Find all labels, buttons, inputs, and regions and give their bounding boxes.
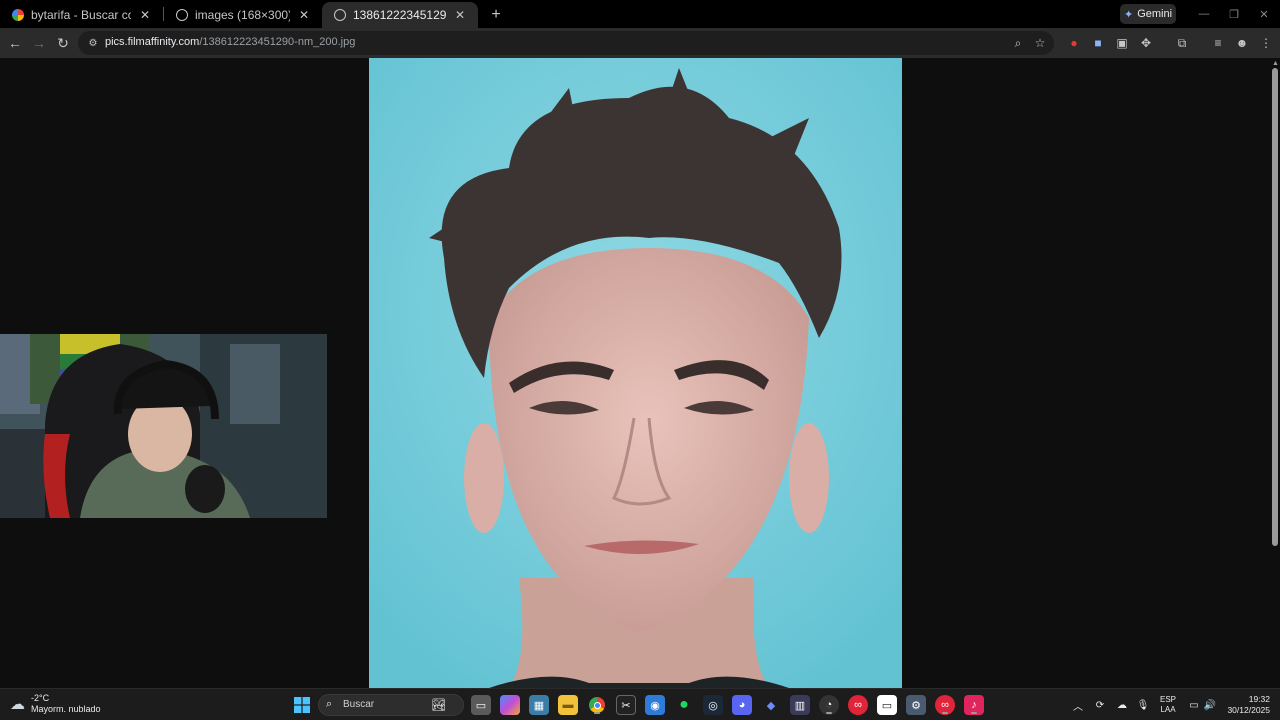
close-icon[interactable]: ✕	[452, 7, 468, 23]
weather-temperature: -2°C	[31, 693, 50, 703]
search-icon: ⌕	[326, 698, 333, 710]
google-icon	[12, 9, 24, 21]
url-text[interactable]: pics.filmaffinity.com/138612223451290-nm…	[105, 36, 355, 48]
webcam-overlay	[0, 334, 327, 518]
back-arrow-icon[interactable]: ←	[6, 34, 24, 52]
sparkle-icon: ✦	[1123, 8, 1134, 21]
spotify-icon[interactable]: ●	[674, 695, 694, 715]
tab-google-search[interactable]: bytarifa - Buscar con Google ✕	[0, 2, 163, 28]
scroll-thumb[interactable]	[1272, 68, 1278, 546]
volume-icon[interactable]: 🔊	[1202, 697, 1218, 713]
media-controls-icon[interactable]: ≡	[1210, 35, 1226, 51]
app-grid-icon[interactable]: ▥	[790, 695, 810, 715]
reload-icon[interactable]: ↻	[54, 34, 72, 52]
globe-icon	[176, 9, 188, 21]
task-view-icon[interactable]: ▭	[471, 695, 491, 715]
obs-icon[interactable]: ◔	[819, 695, 839, 715]
weather-description: Mayorm. nublado	[31, 704, 101, 714]
gemini-label: Gemini	[1137, 8, 1173, 20]
portrait-image	[369, 58, 902, 688]
tab-active-image[interactable]: 138612223451290-nm_200.jpg ✕	[322, 2, 478, 28]
clock-date: 30/12/2025	[1227, 705, 1270, 715]
capcut-icon[interactable]: ✂	[616, 695, 636, 715]
extension-red-icon[interactable]: ●	[1066, 35, 1082, 51]
tab-strip: bytarifa - Buscar con Google ✕ images (1…	[0, 0, 1280, 28]
cloudy-weather-icon: ☁	[10, 696, 25, 713]
discord-icon[interactable]: ◕	[732, 695, 752, 715]
tab-title: images (168×300)	[195, 8, 290, 22]
chrome-icon[interactable]	[587, 695, 607, 715]
forward-arrow-icon[interactable]: →	[30, 34, 48, 52]
app-blue-icon[interactable]: ◉	[645, 695, 665, 715]
tab-images[interactable]: images (168×300) ✕	[164, 2, 322, 28]
running-indicator	[971, 712, 977, 714]
vertical-scrollbar[interactable]: ▲	[1270, 58, 1280, 688]
search-highlight-icon: 🏞	[431, 698, 447, 712]
address-bar[interactable]: ⚙ pics.filmaffinity.com/138612223451290-…	[78, 31, 1054, 55]
sync-icon[interactable]: ⟳	[1092, 697, 1108, 713]
webcam-feed	[0, 334, 327, 518]
new-tab-button[interactable]: +	[484, 2, 508, 28]
microphone-icon[interactable]: 🎙	[1135, 697, 1151, 713]
running-indicator	[942, 712, 948, 714]
extension-blue-icon[interactable]: ■	[1090, 35, 1106, 51]
url-host: pics.filmaffinity.com	[105, 36, 200, 48]
widgets-icon[interactable]: ▦	[529, 695, 549, 715]
windows-start-icon[interactable]	[292, 695, 312, 715]
onedrive-icon[interactable]: ☁	[1114, 697, 1130, 713]
scroll-up-arrow-icon[interactable]: ▲	[1272, 60, 1279, 67]
close-icon[interactable]: ✕	[137, 7, 153, 23]
settings-gear-icon[interactable]: ⚙	[906, 695, 926, 715]
windows-taskbar: ☁ -2°C Mayorm. nublado ⌕ Buscar 🏞 ▭ ▦ ▬ …	[0, 688, 1280, 720]
search-label: Buscar	[343, 699, 375, 710]
displayed-photo	[369, 58, 902, 688]
menu-kebab-icon[interactable]: ⋮	[1258, 35, 1274, 51]
close-window-icon[interactable]: ✕	[1252, 4, 1276, 24]
profile-avatar-icon[interactable]: ☻	[1234, 35, 1250, 51]
running-indicator	[826, 712, 832, 714]
system-clock[interactable]: 19:32 30/12/2025	[1222, 694, 1270, 716]
maximize-icon[interactable]: ❐	[1222, 4, 1246, 24]
split-view-icon[interactable]: ⧉	[1174, 35, 1190, 51]
app-white-icon[interactable]: ▭	[877, 695, 897, 715]
running-indicator	[594, 712, 600, 714]
globe-icon	[334, 9, 346, 21]
site-info-icon[interactable]: ⚙	[86, 36, 100, 50]
chevron-up-icon[interactable]: ︿	[1070, 697, 1086, 713]
url-path: /138612223451290-nm_200.jpg	[199, 36, 356, 48]
steam-icon[interactable]: ◎	[703, 695, 723, 715]
zoom-icon[interactable]: ⌕	[1010, 35, 1026, 51]
app-red-icon[interactable]: ∞	[935, 695, 955, 715]
taskbar-search[interactable]: ⌕ Buscar 🏞	[318, 694, 464, 716]
browser-toolbar: ← → ↻ ⚙ pics.filmaffinity.com/1386122234…	[0, 28, 1280, 58]
file-explorer-icon[interactable]: ▬	[558, 695, 578, 715]
extension-grey-icon[interactable]: ▣	[1114, 35, 1130, 51]
weather-widget[interactable]: ☁ -2°C Mayorm. nublado	[10, 693, 101, 715]
tiktok-icon[interactable]: ♪	[964, 695, 984, 715]
clock-time: 19:32	[1248, 694, 1270, 704]
app-diamond-icon[interactable]: ◆	[761, 695, 781, 715]
gemini-button[interactable]: ✦ Gemini	[1120, 4, 1176, 24]
keyboard-layout: LAA	[1160, 705, 1176, 714]
language-indicator[interactable]: ESP LAA	[1160, 695, 1176, 715]
minimize-icon[interactable]: —	[1192, 4, 1216, 24]
tab-title: bytarifa - Buscar con Google	[31, 8, 131, 22]
language-code: ESP	[1160, 695, 1177, 704]
copilot-icon[interactable]	[500, 695, 520, 715]
app-red-circle-icon[interactable]: ∞	[848, 695, 868, 715]
extensions-puzzle-icon[interactable]: ✥	[1138, 35, 1154, 51]
network-icon[interactable]: ▭	[1186, 697, 1202, 713]
tab-title: 138612223451290-nm_200.jpg	[353, 8, 446, 22]
bookmark-star-icon[interactable]: ☆	[1032, 35, 1048, 51]
close-icon[interactable]: ✕	[296, 7, 312, 23]
